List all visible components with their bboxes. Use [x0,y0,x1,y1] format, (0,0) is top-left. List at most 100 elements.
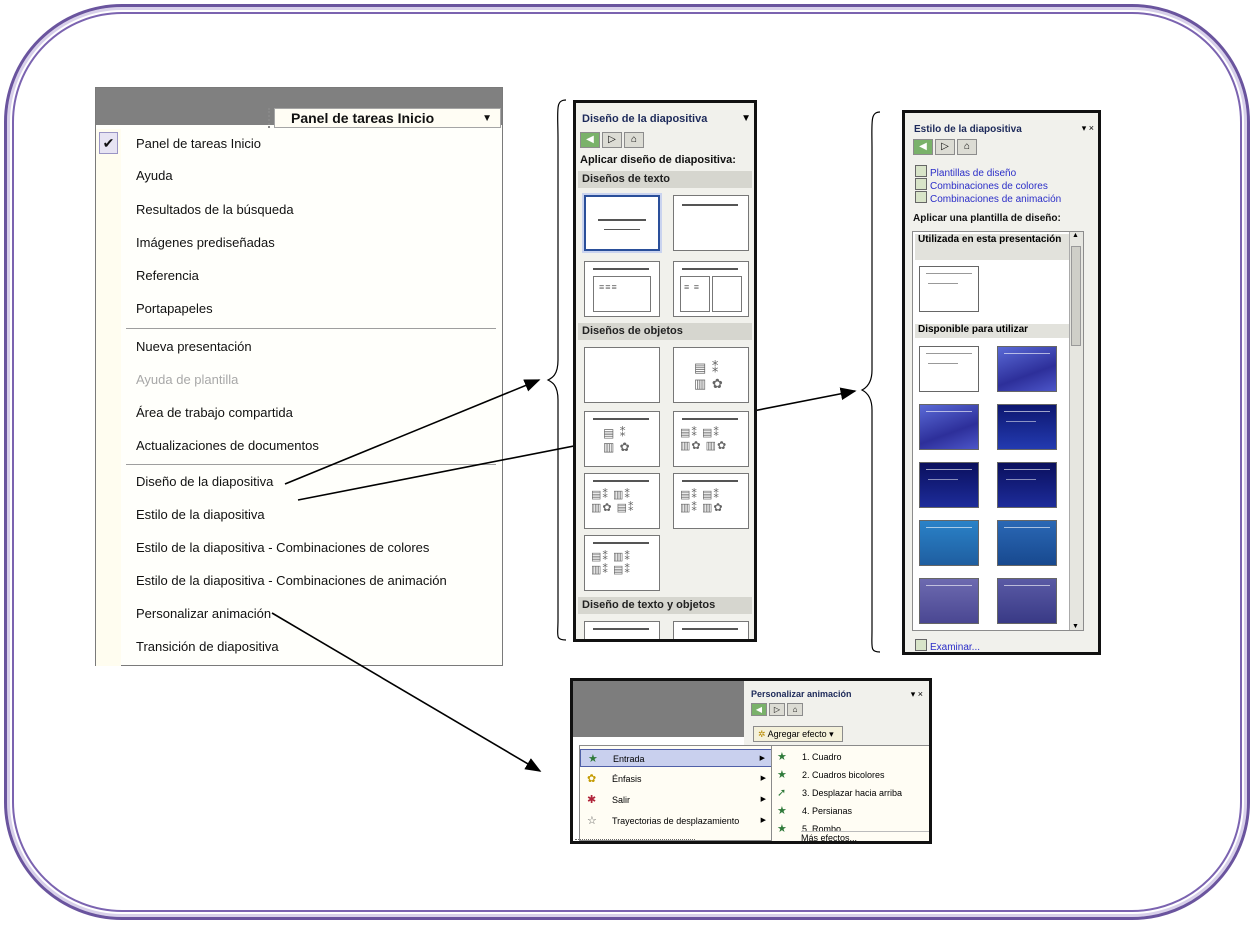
layout-thumb-text-object[interactable] [584,621,660,639]
menu-item-ayuda[interactable]: Ayuda [136,166,173,186]
toolbar-grip[interactable] [268,108,273,128]
home-icon[interactable]: ⌂ [787,703,803,716]
chevron-down-icon[interactable]: ▼ [741,113,751,124]
layout-thumb-content-quad[interactable]: ▤⁑ ▥⁑ ▥⁑ ▤⁑ [584,535,660,591]
back-icon[interactable]: ◀ [913,139,933,155]
layout-thumb-title-content[interactable]: ▤ ⁑ ▥ ✿ [584,411,660,467]
pane-title: Estilo de la diapositiva [914,124,1022,135]
link-design-templates[interactable]: Plantillas de diseño [915,165,1016,179]
effect-arrow-icon: ➚ [777,787,787,799]
scroll-down-icon[interactable]: ▼ [1072,623,1079,630]
menu-item-entrada[interactable]: ★ Entrada ▶ [580,749,772,767]
submenu-arrow-icon: ▶ [759,755,765,762]
menu-item-resultados[interactable]: Resultados de la búsqueda [136,200,294,220]
layout-thumb-title-text[interactable]: ≡≡≡ [584,261,660,317]
add-effect-button[interactable]: ✲ Agregar efecto ▾ [753,726,843,742]
menu-separator [126,328,496,329]
template-thumb[interactable] [919,520,979,566]
effect-cuadro[interactable]: ★ 1. Cuadro [772,748,929,766]
link-label: Combinaciones de animación [930,194,1062,205]
chevron-down-icon: ▾ [829,729,834,739]
section-object-layouts: Diseños de objetos [578,323,752,340]
menu-item-estilo-colores[interactable]: Estilo de la diapositiva - Combinaciones… [136,538,429,558]
pane-title: Diseño de la diapositiva [582,113,708,125]
forward-icon[interactable]: ▷ [602,132,622,148]
template-thumb[interactable] [997,404,1057,450]
add-effect-label: Agregar efecto [767,729,827,739]
menu-item-portapapeles[interactable]: Portapapeles [136,299,213,319]
layout-thumb-title-only[interactable] [673,195,749,251]
layout-thumb-content-grid[interactable]: ▤⁑ ▤⁑ ▥⁑ ▥✿ [673,473,749,529]
scroll-up-icon[interactable]: ▲ [1072,232,1079,239]
layout-thumb-title[interactable] [584,195,660,251]
templates-icon [915,165,927,177]
pane-nav: ◀ ▷ ⌂ [751,703,803,716]
menu-item-panel-inicio[interactable]: Panel de tareas Inicio [136,134,261,154]
effect-star-icon: ★ [777,769,787,781]
pane-nav: ◀ ▷ ⌂ [913,139,977,155]
template-thumb[interactable] [919,578,979,624]
home-icon[interactable]: ⌂ [957,139,977,155]
close-icon[interactable]: ▾ × [911,689,923,700]
menu-item-transicion[interactable]: Transición de diapositiva [136,637,279,657]
layout-thumb-two-columns[interactable]: ≡ ≡ [673,261,749,317]
template-thumb[interactable] [919,462,979,508]
menu-item-trayectorias[interactable]: ☆ Trayectorias de desplazamiento ▶ [580,812,772,830]
template-thumb[interactable] [997,462,1057,508]
back-icon[interactable]: ◀ [580,132,600,148]
menu-item-area-trabajo[interactable]: Área de trabajo compartida [136,403,293,423]
task-pane-dropdown[interactable]: Panel de tareas Inicio ▼ [274,108,501,128]
forward-icon[interactable]: ▷ [769,703,785,716]
template-thumb[interactable] [919,404,979,450]
menu-item-enfasis[interactable]: ✿ Énfasis ▶ [580,770,772,788]
menu-item-personalizar-animacion[interactable]: Personalizar animación [136,604,271,624]
layout-thumb-object-text[interactable] [673,621,749,639]
gallery-scrollbar[interactable]: ▲ ▼ [1069,232,1083,630]
effect-label: 1. Cuadro [802,752,842,762]
pane-nav: ◀ ▷ ⌂ [580,132,644,148]
back-icon[interactable]: ◀ [751,703,767,716]
forward-icon[interactable]: ▷ [935,139,955,155]
layout-thumb-four-content[interactable]: ▤⁑ ▥⁑ ▥✿ ▤⁑ [584,473,660,529]
link-animation-schemes[interactable]: Combinaciones de animación [915,191,1061,205]
custom-animation-pane: Personalizar animación ▾ × ◀ ▷ ⌂ ✲ Agreg… [570,678,932,844]
star-icon: ✲ [758,729,766,739]
menu-item-estilo-animacion[interactable]: Estilo de la diapositiva - Combinaciones… [136,571,447,591]
menu-item-actualizaciones[interactable]: Actualizaciones de documentos [136,436,319,456]
menu-item-diseno[interactable]: Diseño de la diapositiva [136,472,273,492]
pane-title: Personalizar animación [751,689,852,699]
menu-item-label: Énfasis [612,774,642,784]
layout-thumb-two-content[interactable]: ▤⁑ ▤⁑ ▥✿ ▥✿ [673,411,749,467]
template-thumb[interactable] [997,578,1057,624]
menu-item-label: Salir [612,795,631,805]
browse-link[interactable]: Examinar... [915,639,980,652]
close-icon[interactable]: ▾ × [1082,123,1094,134]
motion-path-star-icon: ☆ [587,815,597,827]
dropdown-title: Panel de tareas Inicio [291,110,435,126]
effect-desplazar[interactable]: ➚ 3. Desplazar hacia arriba [772,784,929,802]
layout-thumb-content[interactable]: ▤ ⁑ ▥ ✿ [673,347,749,403]
menu-item-nueva-presentacion[interactable]: Nueva presentación [136,337,252,357]
chevron-down-icon[interactable]: ▼ [482,113,492,124]
home-icon[interactable]: ⌂ [624,132,644,148]
template-thumb[interactable] [997,520,1057,566]
menu-item-imagenes[interactable]: Imágenes prediseñadas [136,233,275,253]
slide-edge [575,839,695,841]
effect-persianas[interactable]: ★ 4. Persianas [772,802,929,820]
emphasis-star-icon: ✿ [587,773,597,785]
scrollbar-thumb[interactable] [1071,246,1081,346]
link-color-schemes[interactable]: Combinaciones de colores [915,178,1048,192]
effect-label: 4. Persianas [802,806,853,816]
animation-icon [915,191,927,203]
template-thumb[interactable] [919,346,979,392]
submenu-arrow-icon: ▶ [760,796,766,803]
menu-item-referencia[interactable]: Referencia [136,266,199,286]
template-thumb[interactable] [997,346,1057,392]
menu-item-salir[interactable]: ✱ Salir ▶ [580,791,772,809]
layout-thumb-blank[interactable] [584,347,660,403]
menu-item-estilo[interactable]: Estilo de la diapositiva [136,505,265,525]
effect-cuadros-bicolores[interactable]: ★ 2. Cuadros bicolores [772,766,929,784]
more-effects[interactable]: Más efectos... [801,831,929,841]
template-thumb-used[interactable] [919,266,979,312]
submenu-arrow-icon: ▶ [760,775,766,782]
